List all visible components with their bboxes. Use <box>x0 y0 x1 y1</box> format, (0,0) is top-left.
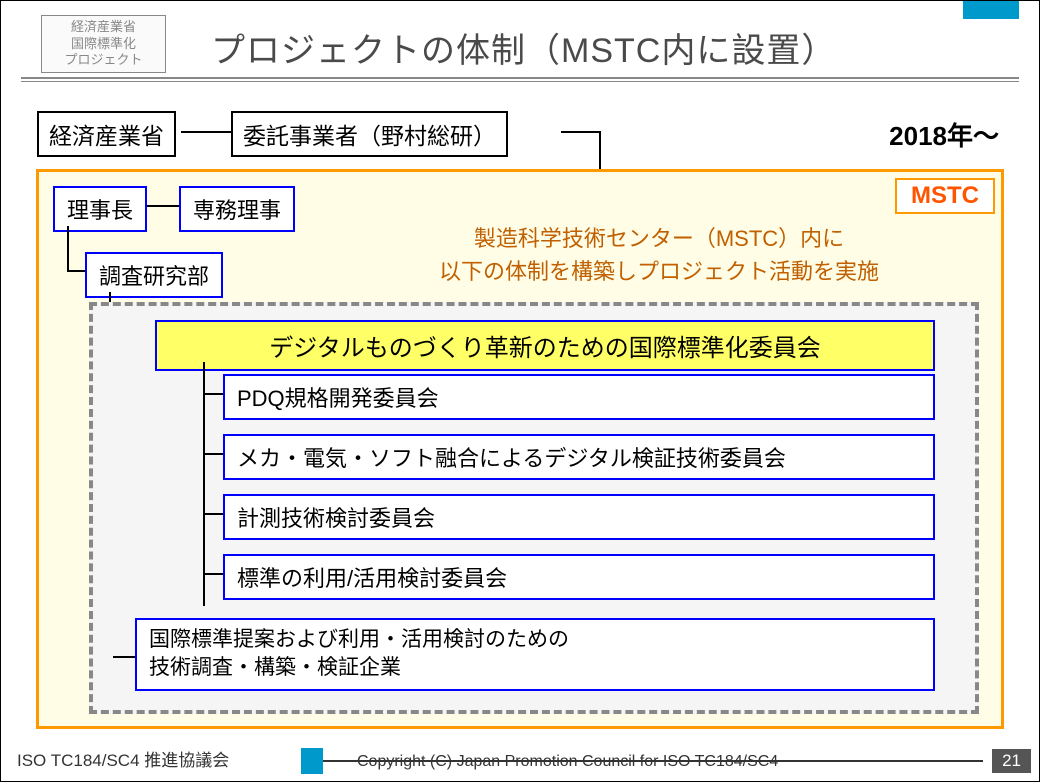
header-logo-box: 経済産業省 国際標準化 プロジェクト <box>41 15 166 73</box>
conn-pres-down <box>67 226 69 270</box>
footer-accent-square <box>301 748 323 774</box>
committees-group: デジタルものづくり革新のための国際標準化委員会 PDQ規格開発委員会 メカ・電気… <box>89 302 979 714</box>
conn-sub2 <box>203 453 223 455</box>
footer-copyright: Copyright (C) Japan Promotion Council fo… <box>357 753 778 771</box>
title-rule-2 <box>21 81 1019 82</box>
title-rule-1 <box>21 77 1019 79</box>
conn-to-investigation <box>113 656 135 658</box>
ministry-box: 経済産業省 <box>37 111 176 157</box>
conn-ministry-contractor <box>181 131 231 133</box>
investigation-box: 国際標準提案および利用・活用検討のための 技術調査・構築・検証企業 <box>135 618 935 691</box>
sub-committee-3: 計測技術検討委員会 <box>223 494 935 540</box>
conn-sub1 <box>203 393 223 395</box>
conn-contractor-right <box>561 131 601 133</box>
mstc-description: 製造科学技術センター（MSTC）内に 以下の体制を構築しプロジェクト活動を実施 <box>379 222 939 288</box>
conn-subcommittee-spine <box>203 362 205 606</box>
header-logo-text: 経済産業省 国際標準化 プロジェクト <box>64 19 142 70</box>
mstc-container: MSTC 理事長 専務理事 調査研究部 製造科学技術センター（MSTC）内に 以… <box>36 169 1004 729</box>
main-committee-box: デジタルものづくり革新のための国際標準化委員会 <box>155 320 935 371</box>
mstc-label: MSTC <box>895 178 995 214</box>
sub-committee-2: メカ・電気・ソフト融合によるデジタル検証技術委員会 <box>223 434 935 480</box>
conn-pres-exec <box>147 205 179 207</box>
page-title: プロジェクトの体制（MSTC内に設置） <box>211 23 836 72</box>
footer-bar: ISO TC184/SC4 推進協議会 Copyright (C) Japan … <box>1 745 1039 775</box>
conn-sub3 <box>203 513 223 515</box>
exec-director-box: 専務理事 <box>179 186 295 232</box>
year-label: 2018年～ <box>889 116 999 153</box>
sub-committee-4: 標準の利用/活用検討委員会 <box>223 554 935 600</box>
top-accent-bar <box>963 1 1019 19</box>
conn-to-research <box>67 270 85 272</box>
conn-sub4 <box>203 573 223 575</box>
sub-committee-1: PDQ規格開発委員会 <box>223 374 935 420</box>
research-dept-box: 調査研究部 <box>85 252 223 298</box>
page-number: 21 <box>992 749 1031 773</box>
contractor-box: 委託事業者（野村総研） <box>231 111 508 157</box>
footer-left-text: ISO TC184/SC4 推進協議会 <box>17 746 229 771</box>
conn-contractor-down <box>599 131 601 171</box>
